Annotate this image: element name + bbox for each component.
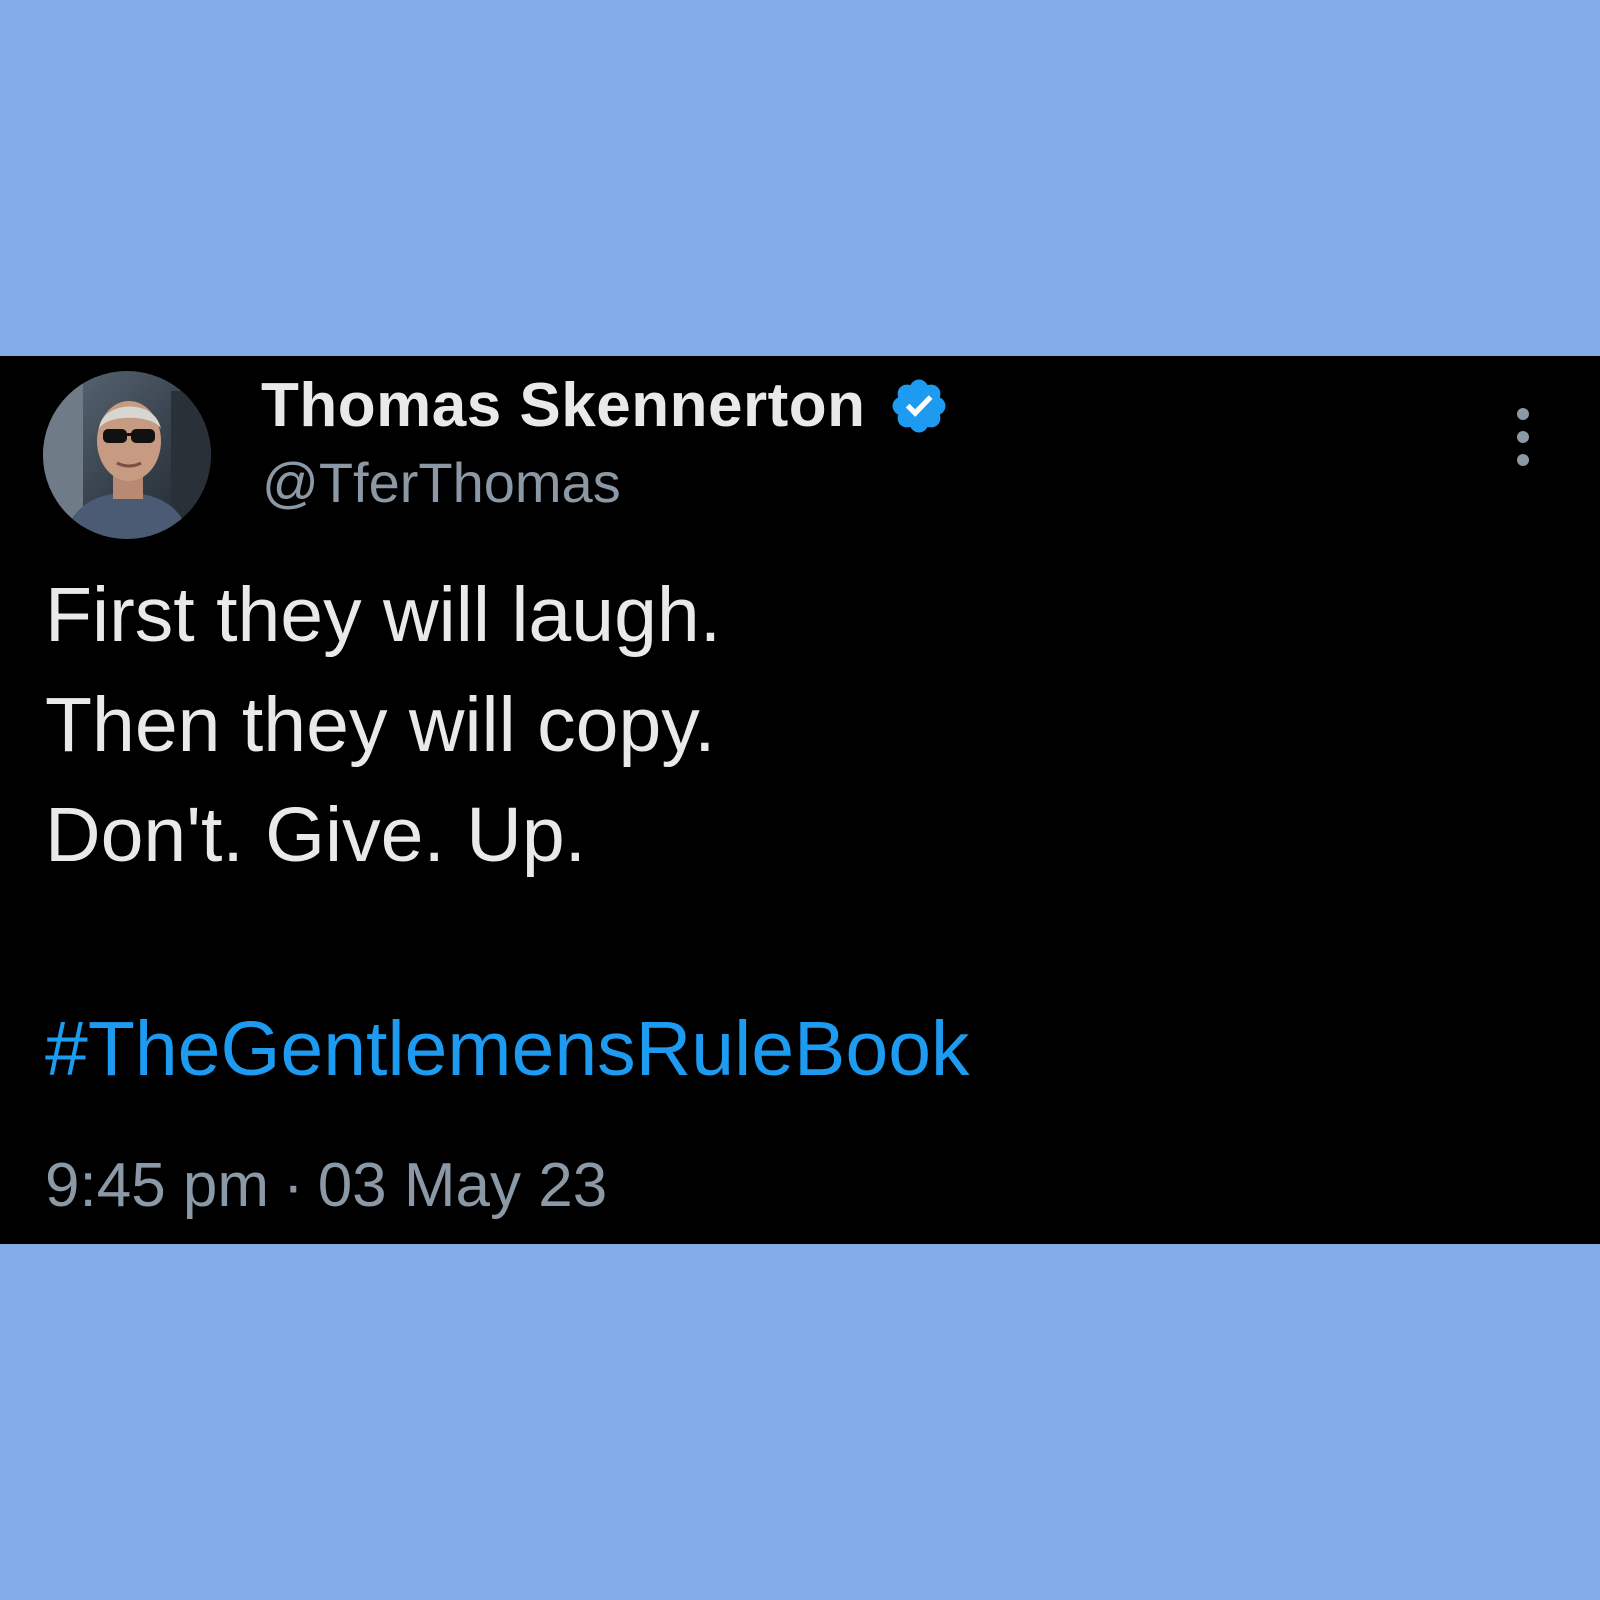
avatar[interactable] [43,371,211,539]
author-name-row: Thomas Skennerton [261,366,950,446]
tweet-line: Don't. Give. Up. [45,792,587,878]
tweet-time: 9:45 pm [45,1151,270,1220]
tweet-line: Then they will copy. [45,682,716,768]
author-display-name[interactable]: Thomas Skennerton [261,366,866,446]
author-handle[interactable]: @TferThomas [262,448,621,518]
profile-photo-icon [43,371,211,539]
timestamp-separator: · [283,1151,304,1220]
tweet-line: First they will laugh. [45,572,722,658]
more-vertical-icon [1517,408,1529,466]
more-options-button[interactable] [1508,404,1538,470]
tweet-card: Thomas Skennerton @TferThomas First they… [0,356,1600,1244]
hashtag-link[interactable]: #TheGentlemensRuleBook [45,999,970,1099]
verified-badge-icon [888,375,950,437]
timestamp[interactable]: 9:45 pm · 03 May 23 [45,1146,607,1226]
tweet-date: 03 May 23 [317,1151,608,1220]
tweet-text: First they will laugh. Then they will co… [45,560,721,890]
